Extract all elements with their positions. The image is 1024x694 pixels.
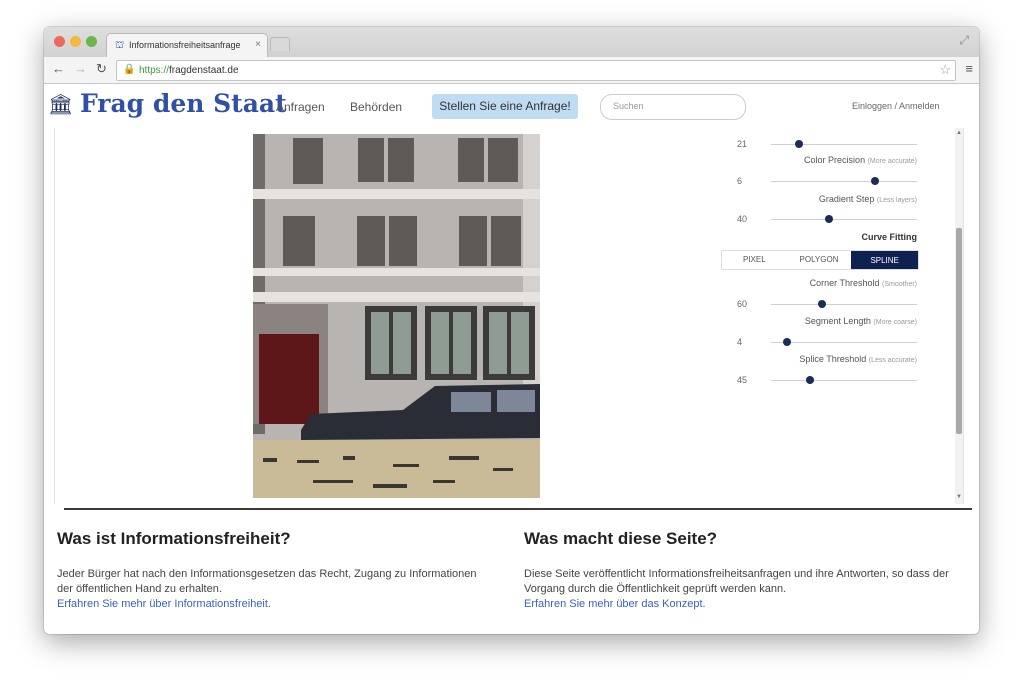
scroll-thumb[interactable]	[956, 228, 962, 434]
info-right-link[interactable]: Erfahren Sie mehr über das Konzept.	[524, 597, 954, 612]
section-divider	[64, 508, 972, 510]
slider-handle[interactable]	[806, 376, 815, 384]
building-photo	[253, 134, 540, 498]
gradient-step-value: 40	[737, 214, 748, 224]
gradient-step-slider[interactable]	[771, 215, 917, 223]
color-precision-slider[interactable]	[771, 177, 917, 185]
zoom-window-button[interactable]	[86, 36, 97, 47]
site-logo[interactable]: Frag den Staat	[80, 89, 287, 118]
search-input[interactable]: Suchen	[600, 94, 746, 120]
scroll-down-icon[interactable]: ▼	[955, 494, 963, 500]
info-column-left: Was ist Informationsfreiheit? Jeder Bürg…	[57, 529, 487, 612]
mode-polygon[interactable]: POLYGON	[787, 251, 852, 269]
tab-strip: ⛫ Informationsfreiheitsanfrage × ⤢	[44, 27, 979, 58]
reload-icon[interactable]: ↻	[96, 61, 107, 77]
slider-handle[interactable]	[825, 215, 834, 223]
tab-title: Informationsfreiheitsanfrage	[129, 40, 241, 50]
make-request-button[interactable]: Stellen Sie eine Anfrage!	[432, 94, 578, 119]
info-left-body: Jeder Bürger hat nach den Informationsge…	[57, 568, 477, 595]
color-precision-label: Color Precision (More accurate)	[804, 155, 917, 165]
back-icon[interactable]: ←	[52, 61, 65, 76]
curve-fitting-selector: PIXEL POLYGON SPLINE	[721, 250, 919, 270]
favicon-icon: ⛫	[115, 40, 125, 51]
splice-threshold-value: 45	[737, 375, 748, 385]
site-header: 🏛 Frag den Staat Anfragen Behörden Stell…	[44, 84, 979, 128]
forward-icon[interactable]: →	[74, 61, 87, 76]
gradient-step-label: Gradient Step (Less layers)	[818, 194, 917, 204]
nav-requests[interactable]: Anfragen	[276, 100, 325, 114]
nav-authorities[interactable]: Behörden	[350, 100, 402, 114]
info-left-title: Was ist Informationsfreiheit?	[57, 529, 291, 548]
browser-toolbar: ← → ↻ 🔒 https://fragdenstaat.de ☆ ≡	[44, 57, 979, 84]
top-slider-value: 21	[737, 139, 748, 149]
corner-threshold-label: Corner Threshold (Smoother)	[809, 278, 917, 288]
vectorize-settings-panel: 21 Color Precision (More accurate) 6 Gra…	[721, 128, 921, 498]
address-bar[interactable]: 🔒 https://fragdenstaat.de ☆	[116, 60, 956, 81]
embed-scrollbar[interactable]: ▲ ▼	[955, 128, 963, 504]
minimize-window-button[interactable]	[70, 36, 81, 47]
tab-close-icon[interactable]: ×	[255, 39, 261, 50]
scroll-up-icon[interactable]: ▲	[955, 130, 963, 136]
close-window-button[interactable]	[54, 36, 65, 47]
login-link[interactable]: Einloggen / Anmelden	[852, 101, 940, 111]
segment-length-value: 4	[737, 337, 743, 347]
embedded-demo: 21 Color Precision (More accurate) 6 Gra…	[54, 128, 964, 504]
url-text: https://fragdenstaat.de	[139, 65, 239, 76]
new-tab-button[interactable]	[270, 37, 290, 51]
info-right-title: Was macht diese Seite?	[524, 529, 718, 548]
slider-handle[interactable]	[870, 177, 879, 185]
splice-threshold-slider[interactable]	[771, 376, 917, 384]
mode-spline[interactable]: SPLINE	[851, 251, 919, 269]
corner-threshold-slider[interactable]	[771, 300, 917, 308]
segment-length-label: Segment Length (More coarse)	[804, 316, 917, 326]
mode-pixel[interactable]: PIXEL	[722, 251, 787, 269]
corner-threshold-value: 60	[737, 299, 748, 309]
lock-icon: 🔒	[123, 64, 136, 75]
slider-handle[interactable]	[783, 338, 792, 346]
top-slider[interactable]	[771, 140, 917, 148]
search-placeholder: Suchen	[613, 101, 644, 111]
info-column-right: Was macht diese Seite? Diese Seite veröf…	[524, 529, 954, 612]
logo-building-icon[interactable]: 🏛	[48, 92, 73, 117]
browser-window: ⛫ Informationsfreiheitsanfrage × ⤢ ← → ↻…	[44, 27, 979, 634]
info-left-link[interactable]: Erfahren Sie mehr über Informationsfreih…	[57, 597, 487, 612]
color-precision-value: 6	[737, 176, 743, 186]
bookmark-star-icon[interactable]: ☆	[939, 62, 951, 78]
curve-fitting-heading: Curve Fitting	[861, 232, 918, 242]
info-right-body: Diese Seite veröffentlicht Informationsf…	[524, 568, 949, 595]
slider-handle[interactable]	[794, 140, 803, 148]
browser-tab[interactable]: ⛫ Informationsfreiheitsanfrage ×	[106, 33, 268, 58]
menu-icon[interactable]: ≡	[965, 61, 973, 76]
fullscreen-icon[interactable]: ⤢	[959, 33, 969, 48]
segment-length-slider[interactable]	[771, 338, 917, 346]
slider-handle[interactable]	[818, 300, 827, 308]
splice-threshold-label: Splice Threshold (Less accurate)	[799, 354, 917, 364]
